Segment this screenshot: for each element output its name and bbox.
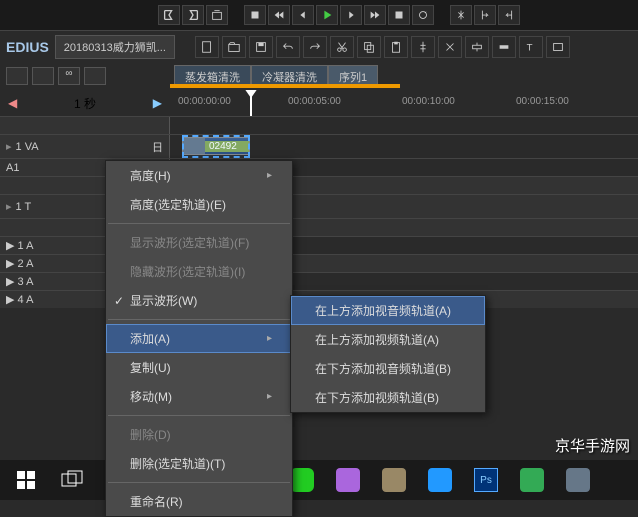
playhead[interactable] xyxy=(250,90,252,116)
time-next-icon[interactable]: ▶ xyxy=(153,96,162,110)
cut-point-btn[interactable] xyxy=(450,5,472,25)
tb-ps[interactable]: Ps xyxy=(464,463,508,497)
sub-add-av-above[interactable]: 在上方添加视音频轨道(A) xyxy=(291,296,485,325)
track-opt-4[interactable] xyxy=(84,67,106,85)
ctx-height[interactable]: 高度(H)▸ xyxy=(106,161,292,190)
submenu-add: 在上方添加视音频轨道(A) 在上方添加视频轨道(A) 在下方添加视音频轨道(B)… xyxy=(290,295,486,413)
ruler-tc-2: 00:00:10:00 xyxy=(402,96,455,107)
tb-app1[interactable] xyxy=(326,463,370,497)
open-btn[interactable] xyxy=(222,36,246,58)
taskbar: Ps xyxy=(0,460,638,500)
stop2-btn[interactable] xyxy=(388,5,410,25)
track-head-va[interactable]: ▸1 VA 日 xyxy=(0,135,170,158)
save-btn[interactable] xyxy=(249,36,273,58)
ctx-add[interactable]: 添加(A)▸ xyxy=(106,324,292,353)
ctx-show-wave[interactable]: ✓显示波形(W) xyxy=(106,286,292,315)
svg-text:T: T xyxy=(527,42,533,53)
copy-btn[interactable] xyxy=(357,36,381,58)
redo-btn[interactable] xyxy=(303,36,327,58)
paste-btn[interactable] xyxy=(384,36,408,58)
more-btn[interactable] xyxy=(546,36,570,58)
sub-add-av-below[interactable]: 在下方添加视音频轨道(B) xyxy=(291,354,485,383)
header-row: EDIUS 20180313威力狮凯... T xyxy=(0,30,638,62)
prev-frame-btn[interactable] xyxy=(292,5,314,25)
clip-thumb-icon xyxy=(183,138,205,154)
clip-label: 02492 xyxy=(205,141,249,152)
ctx-height-sel[interactable]: 高度(选定轨道)(E) xyxy=(106,190,292,219)
insert-btn[interactable] xyxy=(465,36,489,58)
ctx-show-wave-sel: 显示波形(选定轨道)(F) xyxy=(106,228,292,257)
ctx-rename[interactable]: 重命名(R) xyxy=(106,487,292,516)
delete-btn[interactable] xyxy=(438,36,462,58)
transport-bar xyxy=(0,0,638,30)
tracks-area: ▸1 VA 日 02492 A1🔊 ▸1 T ▶ 1 A ▶ 2 A ▶ 3 A xyxy=(0,116,638,308)
overwrite-btn[interactable] xyxy=(492,36,516,58)
next-frame-btn[interactable] xyxy=(340,5,362,25)
clip-video[interactable]: 02492 xyxy=(182,137,250,155)
ruler-row: ◀ 1 秒 ▶ 00:00:00:00 00:00:05:00 00:00:10… xyxy=(0,90,638,116)
cut-btn[interactable] xyxy=(330,36,354,58)
tb-edius[interactable] xyxy=(418,463,462,497)
context-menu: 高度(H)▸ 高度(选定轨道)(E) 显示波形(选定轨道)(F) 隐藏波形(选定… xyxy=(105,160,293,517)
cache-bar xyxy=(170,84,400,88)
new-btn[interactable] xyxy=(195,36,219,58)
trim-out-btn[interactable] xyxy=(498,5,520,25)
ruler-tc-1: 00:00:05:00 xyxy=(288,96,341,107)
clear-marks-btn[interactable] xyxy=(206,5,228,25)
track-lane-va[interactable]: 02492 xyxy=(170,135,638,158)
ctx-copy[interactable]: 复制(U) xyxy=(106,353,292,382)
watermark: 京华手游网 xyxy=(555,435,630,456)
project-tab[interactable]: 20180313威力狮凯... xyxy=(55,35,175,59)
track-gap xyxy=(0,117,170,134)
rewind-btn[interactable] xyxy=(268,5,290,25)
loop-btn[interactable] xyxy=(412,5,434,25)
track-opt-2[interactable] xyxy=(32,67,54,85)
taskview-btn[interactable] xyxy=(50,463,94,497)
stop-btn[interactable] xyxy=(244,5,266,25)
mark-in-btn[interactable] xyxy=(158,5,180,25)
time-prev-icon[interactable]: ◀ xyxy=(8,96,17,110)
time-value: 1 秒 xyxy=(74,95,96,112)
fforward-btn[interactable] xyxy=(364,5,386,25)
app-name: EDIUS xyxy=(0,39,55,55)
tb-app2[interactable] xyxy=(372,463,416,497)
tb-app4[interactable] xyxy=(556,463,600,497)
ctx-delete: 删除(D) xyxy=(106,420,292,449)
ruler-tc-3: 00:00:15:00 xyxy=(516,96,569,107)
start-btn[interactable] xyxy=(4,463,48,497)
trim-in-btn[interactable] xyxy=(474,5,496,25)
track-opt-1[interactable] xyxy=(6,67,28,85)
time-display: ◀ 1 秒 ▶ xyxy=(0,95,170,112)
tb-app3[interactable] xyxy=(510,463,554,497)
ctx-delete-sel[interactable]: 删除(选定轨道)(T) xyxy=(106,449,292,478)
track-opt-3[interactable]: ∞ xyxy=(58,67,80,85)
timeline-ruler[interactable]: 00:00:00:00 00:00:05:00 00:00:10:00 00:0… xyxy=(170,90,638,116)
ctx-move[interactable]: 移动(M)▸ xyxy=(106,382,292,411)
mark-out-btn[interactable] xyxy=(182,5,204,25)
play-btn[interactable] xyxy=(316,5,338,25)
ruler-tc-0: 00:00:00:00 xyxy=(178,96,231,107)
undo-btn[interactable] xyxy=(276,36,300,58)
title-btn[interactable]: T xyxy=(519,36,543,58)
sub-add-v-below[interactable]: 在下方添加视频轨道(B) xyxy=(291,383,485,412)
ctx-hide-wave-sel: 隐藏波形(选定轨道)(I) xyxy=(106,257,292,286)
razor-btn[interactable] xyxy=(411,36,435,58)
sub-add-v-above[interactable]: 在上方添加视频轨道(A) xyxy=(291,325,485,354)
